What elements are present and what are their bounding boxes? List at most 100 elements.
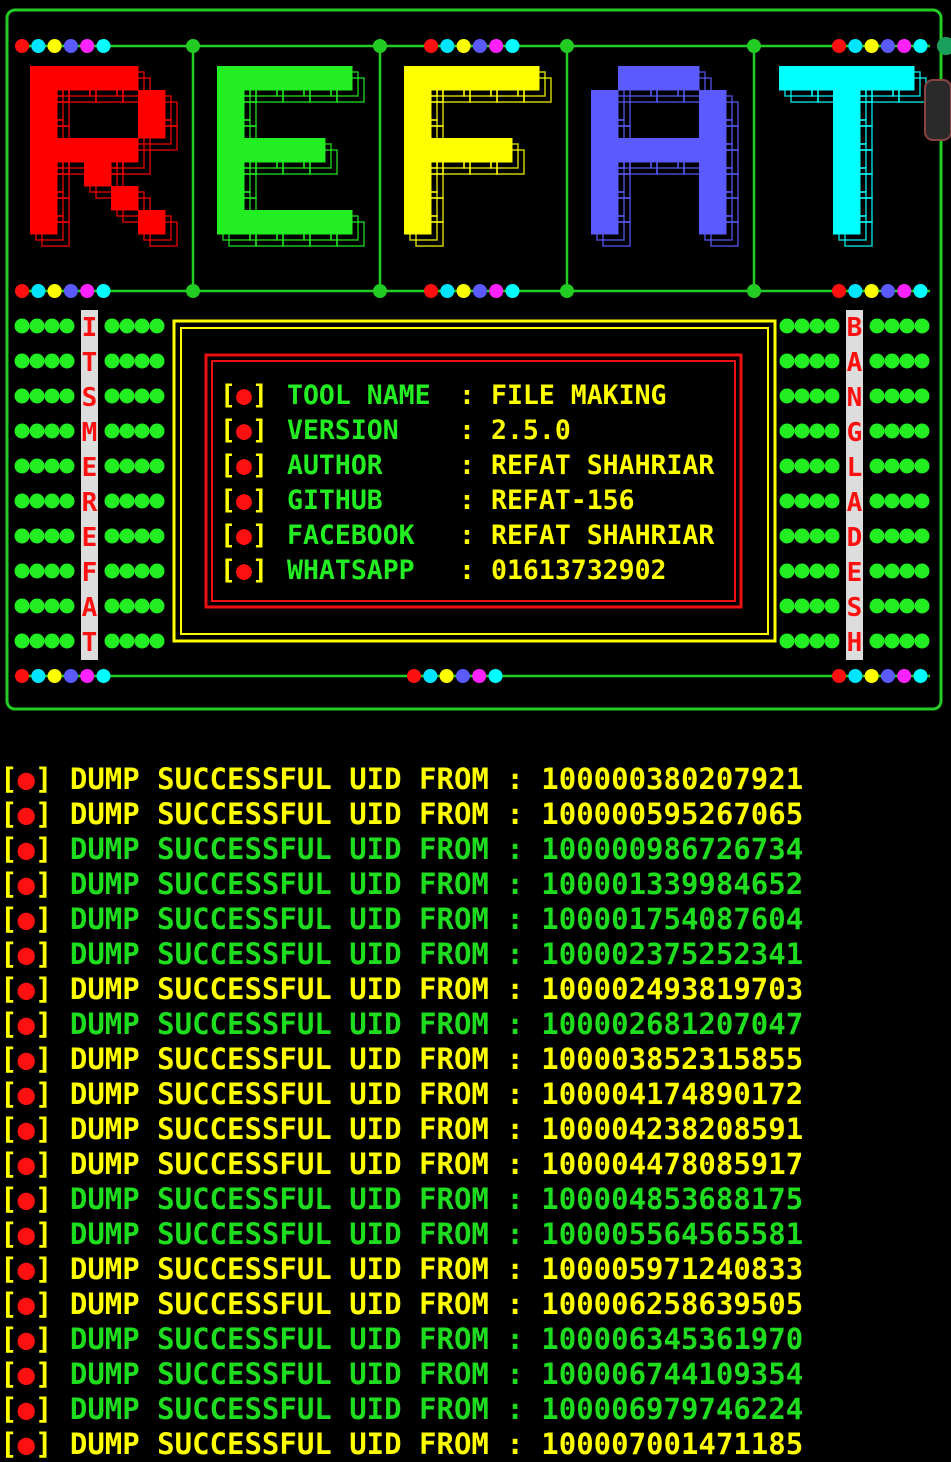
- log-message: DUMP SUCCESSFUL UID FROM: [52, 937, 507, 971]
- bullet-dot-icon: ●: [17, 797, 35, 831]
- rail-dot: [913, 669, 928, 683]
- log-uid: 100005971240833: [541, 1252, 804, 1286]
- rail-dot: [472, 669, 487, 683]
- rail-node: [747, 284, 761, 298]
- log-line: [●] DUMP SUCCESSFUL UID FROM : 100005564…: [0, 1217, 951, 1252]
- bullet-dot-icon: ●: [17, 1112, 35, 1146]
- rail-dot: [848, 669, 863, 683]
- rail-dot: [848, 39, 863, 53]
- svg-text:B: B: [847, 313, 863, 343]
- log-line: [●] DUMP SUCCESSFUL UID FROM : 100005971…: [0, 1252, 951, 1287]
- rail-dot: [47, 669, 62, 683]
- rail-dot: [864, 669, 879, 683]
- info-value: REFAT SHAHRIAR: [491, 450, 714, 481]
- bullet-bracket: [: [0, 1357, 18, 1391]
- rail-dot: [96, 669, 111, 683]
- rail-dot: [424, 39, 438, 53]
- info-separator: :: [459, 380, 475, 411]
- rail-dot: [15, 669, 29, 683]
- svg-text:A: A: [82, 593, 98, 623]
- bullet-bracket: [: [0, 1147, 18, 1181]
- log-uid: 100001754087604: [541, 902, 804, 936]
- rail-dot: [489, 39, 504, 53]
- bullet-dot-icon: ●: [17, 1182, 35, 1216]
- log-separator: :: [506, 1217, 542, 1251]
- rail-dot: [880, 284, 895, 298]
- log-uid: 100004478085917: [541, 1147, 804, 1181]
- rail-dot: [96, 39, 111, 53]
- log-line: [●] DUMP SUCCESSFUL UID FROM : 100006258…: [0, 1287, 951, 1322]
- info-separator: :: [459, 485, 475, 516]
- rail-dot: [47, 284, 62, 298]
- bullet-bracket: [: [220, 450, 236, 481]
- info-separator: :: [459, 450, 475, 481]
- bullet-bracket: ]: [34, 1217, 53, 1251]
- bullet-dot-icon: ●: [236, 555, 252, 586]
- bullet-bracket: ]: [34, 1042, 53, 1076]
- log-line: [●] DUMP SUCCESSFUL UID FROM : 100007001…: [0, 1427, 951, 1462]
- log-line: [●] DUMP SUCCESSFUL UID FROM : 100001339…: [0, 867, 951, 902]
- logo-letter-t: T: [779, 66, 927, 247]
- bullet-bracket: [: [0, 867, 18, 901]
- log-line: [●] DUMP SUCCESSFUL UID FROM : 100000595…: [0, 797, 951, 832]
- info-row: [●] AUTHOR: REFAT SHAHRIAR: [220, 450, 714, 481]
- svg-text:R: R: [82, 488, 98, 518]
- svg-text:L: L: [847, 453, 863, 483]
- svg-text:E: E: [847, 558, 863, 588]
- bullet-bracket: ]: [252, 520, 268, 551]
- log-uid: 100002375252341: [541, 937, 804, 971]
- rail-dot: [897, 284, 912, 298]
- rail-dot: [63, 284, 78, 298]
- log-line: [●] DUMP SUCCESSFUL UID FROM : 100004478…: [0, 1147, 951, 1182]
- bullet-dot-icon: ●: [17, 832, 35, 866]
- rail-dot: [31, 39, 46, 53]
- log-uid: 100004853688175: [541, 1182, 804, 1216]
- log-line: [●] DUMP SUCCESSFUL UID FROM : 100000986…: [0, 832, 951, 867]
- log-uid: 100006979746224: [541, 1392, 804, 1426]
- rail-dot: [832, 284, 846, 298]
- log-message: DUMP SUCCESSFUL UID FROM: [52, 1252, 507, 1286]
- bullet-bracket: ]: [34, 867, 53, 901]
- rail-dot: [31, 669, 46, 683]
- log-separator: :: [506, 1287, 542, 1321]
- log-uid: 100006258639505: [541, 1287, 804, 1321]
- rail-dot: [488, 669, 503, 683]
- svg-text:G: G: [847, 418, 863, 448]
- log-uid: 100004174890172: [541, 1077, 804, 1111]
- log-uid: 100001339984652: [541, 867, 804, 901]
- corner-decoration: [937, 37, 951, 55]
- info-value: 2.5.0: [491, 415, 571, 446]
- svg-text:T: T: [82, 348, 98, 378]
- log-uid: 100006345361970: [541, 1322, 804, 1356]
- bullet-bracket: [: [0, 1392, 18, 1426]
- info-row: [●] GITHUB: REFAT-156: [220, 485, 635, 516]
- log-separator: :: [506, 972, 542, 1006]
- bullet-bracket: [: [0, 1077, 18, 1111]
- bullet-dot-icon: ●: [17, 1322, 35, 1356]
- logo-letter-a: A: [591, 66, 739, 247]
- bullet-dot-icon: ●: [17, 1252, 35, 1286]
- log-message: DUMP SUCCESSFUL UID FROM: [52, 902, 507, 936]
- rail-dot: [505, 284, 520, 298]
- log-separator: :: [506, 1042, 542, 1076]
- bullet-bracket: ]: [34, 1147, 53, 1181]
- log-separator: :: [506, 832, 542, 866]
- logo-letter-r: R: [30, 66, 178, 247]
- bullet-bracket: ]: [34, 1357, 53, 1391]
- bullet-bracket: [: [0, 1322, 18, 1356]
- rail-dot: [407, 669, 421, 683]
- rail-dot: [455, 669, 470, 683]
- info-value: 01613732902: [491, 555, 667, 586]
- log-message: DUMP SUCCESSFUL UID FROM: [52, 1357, 507, 1391]
- info-separator: :: [459, 415, 475, 446]
- rail-dot: [96, 284, 111, 298]
- log-message: DUMP SUCCESSFUL UID FROM: [52, 1077, 507, 1111]
- log-uid: 100000986726734: [541, 832, 804, 866]
- rail-dot: [80, 669, 95, 683]
- bullet-bracket: [: [0, 972, 18, 1006]
- log-message: DUMP SUCCESSFUL UID FROM: [52, 1147, 507, 1181]
- svg-text:A: A: [847, 348, 863, 378]
- log-separator: :: [506, 797, 542, 831]
- bullet-bracket: [: [0, 902, 18, 936]
- left-vertical-label: ITSMEREFAT: [14, 310, 165, 660]
